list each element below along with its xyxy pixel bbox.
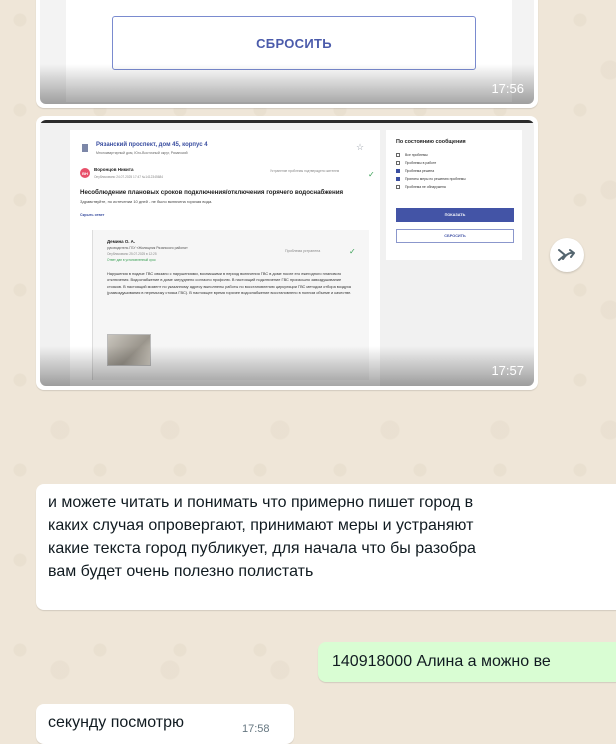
reply-date: Опубликовано 25.07.2025 в 12:25 bbox=[107, 252, 157, 256]
hide-answer-link: Скрыть ответ bbox=[80, 213, 105, 217]
filter-option: Проблема решена bbox=[396, 168, 434, 174]
image-preview[interactable]: СБРОСИТЬ 17:56 bbox=[40, 0, 534, 104]
reset-button: СБРОСИТЬ bbox=[112, 16, 476, 70]
checkbox-icon bbox=[396, 153, 400, 157]
address-subtitle: Многоквартирный дом, Юго-Восточный округ… bbox=[96, 151, 188, 155]
checkbox-checked-icon bbox=[396, 169, 400, 173]
top-border bbox=[40, 120, 534, 123]
image-shade bbox=[40, 346, 534, 386]
filter-option: Приняты меры по решению проблемы bbox=[396, 176, 466, 182]
filter-title: По состоянию сообщения bbox=[396, 139, 466, 145]
filter-option-label: Проблемы в работе bbox=[405, 161, 437, 165]
filter-option-label: Проблема не обнаружена bbox=[405, 185, 446, 189]
checkbox-checked-icon bbox=[396, 177, 400, 181]
reply-deadline: Ответ дан в установленный срок bbox=[107, 258, 156, 262]
filter-panel: По состоянию сообщения Все проблемы Проб… bbox=[386, 130, 522, 260]
image-message-2[interactable]: Рязанский проспект, дом 45, корпус 4 Мно… bbox=[36, 116, 538, 390]
message-line: какие текста город публикует, для начала… bbox=[48, 540, 476, 557]
message-text: 140918000 Алина а можно ве bbox=[332, 653, 551, 670]
message-line: вам будет очень полезно полистать bbox=[48, 563, 314, 580]
problem-title: Несоблюдение плановых сроков подключения… bbox=[80, 189, 344, 196]
forward-icon bbox=[558, 249, 575, 261]
avatar: ВН bbox=[80, 168, 90, 178]
filter-option: Все проблемы bbox=[396, 152, 428, 158]
reply-role: руководитель ГБУ «Жилищник Рязанского ра… bbox=[107, 246, 188, 250]
check-icon: ✓ bbox=[368, 170, 375, 179]
filter-option: Проблема не обнаружена bbox=[396, 184, 446, 190]
incoming-text-message[interactable]: и можете читать и понимать что примерно … bbox=[36, 484, 616, 610]
posted-date: Опубликовано 24.07.2025 17:47 №141234568… bbox=[94, 175, 164, 179]
problem-description: Здравствуйте, по истечении 10 дней - не … bbox=[80, 199, 213, 204]
message-text: секунду посмотрю bbox=[48, 714, 185, 731]
status-text: Устранение проблемы подтверждено жителем bbox=[270, 169, 340, 173]
reset-button: СБРОСИТЬ bbox=[396, 229, 514, 243]
message-time: 17:58 bbox=[242, 723, 270, 735]
message-line: и можете читать и понимать что примерно … bbox=[48, 494, 474, 511]
filter-option-label: Приняты меры по решению проблемы bbox=[405, 177, 466, 181]
image-preview[interactable]: Рязанский проспект, дом 45, корпус 4 Мно… bbox=[40, 120, 534, 386]
star-icon: ☆ bbox=[356, 142, 365, 152]
image-message-1[interactable]: СБРОСИТЬ 17:56 bbox=[36, 0, 538, 108]
show-button: ПОКАЗАТЬ bbox=[396, 208, 514, 222]
address-title: Рязанский проспект, дом 45, корпус 4 bbox=[96, 142, 208, 148]
filter-option-label: Все проблемы bbox=[405, 153, 428, 157]
reply-body: Нарушения в подаче ГВС связано с нарушен… bbox=[107, 271, 352, 296]
author-name: Воронцов Никита bbox=[94, 167, 134, 172]
message-line: каких случая опровергают, принимают меры… bbox=[48, 517, 474, 534]
image-shade bbox=[40, 64, 534, 104]
message-time: 17:56 bbox=[491, 81, 524, 96]
checkbox-icon bbox=[396, 161, 400, 165]
outgoing-text-message[interactable]: 140918000 Алина а можно ве bbox=[318, 642, 616, 682]
filter-option: Проблемы в работе bbox=[396, 160, 436, 166]
reply-status: Проблема устранена bbox=[285, 249, 321, 253]
filter-option-label: Проблема решена bbox=[405, 169, 435, 173]
message-time: 17:57 bbox=[491, 363, 524, 378]
incoming-text-message[interactable]: секунду посмотрю 17:58 bbox=[36, 704, 294, 744]
forward-button[interactable] bbox=[550, 238, 584, 272]
check-icon: ✓ bbox=[349, 247, 356, 256]
building-icon bbox=[82, 144, 88, 152]
reply-author: Демина О. А. bbox=[107, 239, 136, 244]
checkbox-icon bbox=[396, 185, 400, 189]
